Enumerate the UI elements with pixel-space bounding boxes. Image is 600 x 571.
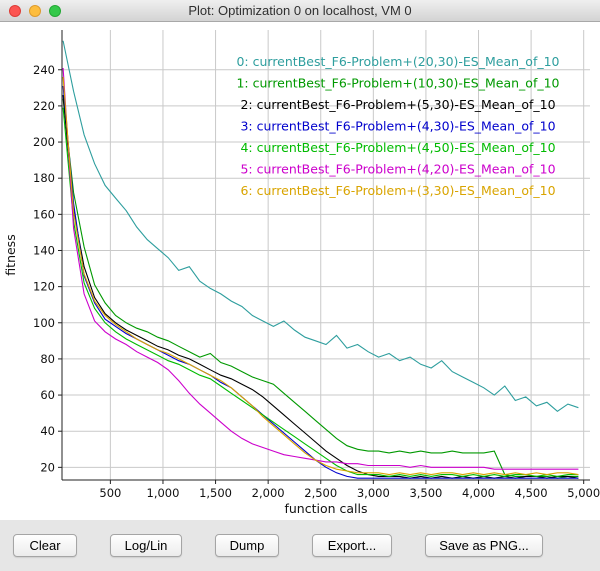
plot-window: Plot: Optimization 0 on localhost, VM 0 … [0, 0, 600, 571]
clear-button[interactable]: Clear [13, 534, 77, 557]
x-tick-label: 4,000 [462, 486, 495, 500]
traffic-lights [9, 0, 61, 21]
y-tick-label: 80 [40, 352, 55, 366]
legend-entry-5: 5: currentBest_F6-Problem+(4,20)-ES_Mean… [240, 162, 555, 177]
y-tick-label: 180 [33, 171, 55, 185]
plot-panel: 500 1,000 1,500 2,000 2,500 3,000 3,500 4,000 4,… [0, 22, 600, 520]
x-tick-label: 2,000 [252, 486, 285, 500]
button-row: Clear Log/Lin Dump Export... Save as PNG… [0, 520, 600, 571]
x-tick-label: 1,000 [147, 486, 180, 500]
y-tick-label: 40 [40, 424, 55, 438]
x-tick-label: 2,500 [304, 486, 337, 500]
legend-entry-2: 2: currentBest_F6-Problem+(5,30)-ES_Mean… [240, 97, 555, 112]
y-axis-label: fitness [3, 234, 18, 275]
y-tick-label: 140 [33, 243, 55, 257]
export-button[interactable]: Export... [312, 534, 392, 557]
x-tick-label: 3,000 [357, 486, 390, 500]
minimize-button[interactable] [29, 5, 41, 17]
legend-entry-4: 4: currentBest_F6-Problem+(4,50)-ES_Mean… [240, 140, 555, 155]
fitness-chart: 500 1,000 1,500 2,000 2,500 3,000 3,500 4,000 4,… [0, 22, 600, 520]
y-tick-label: 120 [33, 280, 55, 294]
legend-entry-1: 1: currentBest_F6-Problem+(10,30)-ES_Mea… [236, 76, 559, 91]
y-tick-label: 240 [33, 63, 55, 77]
save-png-button[interactable]: Save as PNG... [425, 534, 543, 557]
window-title: Plot: Optimization 0 on localhost, VM 0 [188, 3, 411, 18]
x-tick-label: 3,500 [409, 486, 442, 500]
y-tick-label: 200 [33, 135, 55, 149]
x-tick-label: 5,000 [567, 486, 600, 500]
y-tick-label: 220 [33, 99, 55, 113]
loglin-button[interactable]: Log/Lin [110, 534, 182, 557]
close-button[interactable] [9, 5, 21, 17]
legend-entry-3: 3: currentBest_F6-Problem+(4,30)-ES_Mean… [240, 119, 555, 134]
x-tick-label: 500 [99, 486, 121, 500]
maximize-button[interactable] [49, 5, 61, 17]
y-tick-label: 100 [33, 316, 55, 330]
titlebar: Plot: Optimization 0 on localhost, VM 0 [0, 0, 600, 22]
dump-button[interactable]: Dump [215, 534, 279, 557]
y-tick-label: 60 [40, 388, 55, 402]
x-tick-label: 1,500 [199, 486, 232, 500]
legend-entry-6: 6: currentBest_F6-Problem+(3,30)-ES_Mean… [240, 183, 555, 198]
y-tick-label: 160 [33, 207, 55, 221]
x-axis-label: function calls [284, 501, 367, 516]
legend-entry-0: 0: currentBest_F6-Problem+(20,30)-ES_Mea… [236, 54, 559, 69]
y-tick-label: 20 [40, 460, 55, 474]
x-tick-label: 4,500 [515, 486, 548, 500]
